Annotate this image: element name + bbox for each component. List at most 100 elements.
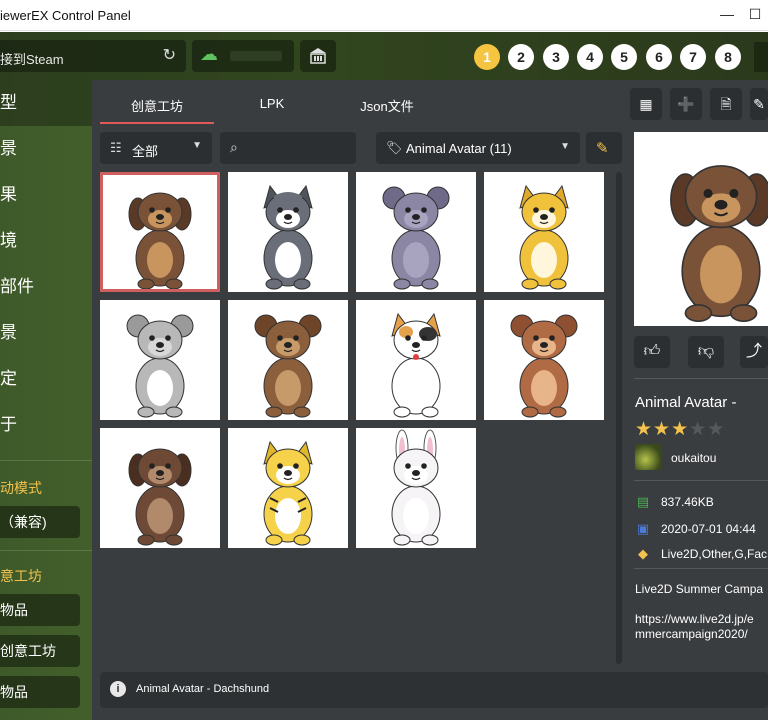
add-file-icon: ➕ <box>677 96 695 112</box>
tree-icon: ☷ <box>110 140 122 155</box>
author-avatar[interactable] <box>635 444 661 470</box>
sidebar-item-model[interactable]: 型 <box>0 80 92 126</box>
title-bar: iewerEX Control Panel — ☐ <box>0 0 768 31</box>
profile-button-6[interactable]: 6 <box>646 44 672 70</box>
share-icon: ⤴ <box>745 343 762 360</box>
profile-button-7[interactable]: 7 <box>680 44 706 70</box>
grid-item-tanuki[interactable] <box>100 428 220 548</box>
star-icon[interactable]: ★ <box>707 419 725 440</box>
sidebar-item-effect[interactable]: 果 <box>0 172 92 218</box>
workshop-building-button[interactable] <box>300 40 336 72</box>
grid-item-fox[interactable] <box>484 172 604 292</box>
sidebar-item-about[interactable]: 于 <box>0 402 92 448</box>
tag-edit-button[interactable]: ✎ <box>586 132 622 164</box>
profile-button-4[interactable]: 4 <box>577 44 603 70</box>
main-panel: 创意工坊 LPK Json文件 ☷ 全部 ▼ ⌕ 🏷︎ Animal Avata… <box>92 80 768 720</box>
sidebar-item-environment[interactable]: 境 <box>0 218 92 264</box>
search-input[interactable] <box>250 138 350 158</box>
profile-button-1[interactable]: 1 <box>474 44 500 70</box>
cloud-sync-box[interactable]: ☁ <box>192 40 294 72</box>
grid-item-tiger[interactable] <box>228 428 348 548</box>
search-icon: ⌕ <box>230 139 238 155</box>
grid-item-koala[interactable] <box>100 300 220 420</box>
detail-divider <box>634 480 768 481</box>
refresh-icon[interactable]: ↻ <box>163 45 176 65</box>
sidebar-divider <box>0 460 92 461</box>
profile-button-8[interactable]: 8 <box>715 44 741 70</box>
mode-section-label: 动模式 <box>0 480 42 496</box>
size-row: ▤ 837.46KB <box>635 494 714 510</box>
thumbs-down-button[interactable]: 👎︎ <box>688 336 724 368</box>
thumbs-down-icon: 👎︎ <box>697 343 715 360</box>
app-root: 接到Steam ↻ ☁ 1 2 3 4 5 6 7 8 型 景 果 境 部件 景… <box>0 32 768 720</box>
tag-filter-value: Animal Avatar (11) <box>406 141 512 156</box>
detail-divider <box>634 568 768 569</box>
description-link-line-1[interactable]: https://www.live2d.jp/e <box>635 612 754 626</box>
grid-view-icon: ▦ <box>639 96 653 112</box>
grid-item-monkey[interactable] <box>484 300 604 420</box>
sidebar-divider <box>0 550 92 551</box>
minimize-button[interactable]: — <box>712 6 742 22</box>
tab-bar: 创意工坊 LPK Json文件 <box>92 80 622 128</box>
category-dropdown[interactable]: ☷ 全部 ▼ <box>100 132 212 164</box>
sidebar-item-scene[interactable]: 景 <box>0 126 92 172</box>
description-link-line-2[interactable]: mmercampaign2020/ <box>635 627 748 641</box>
share-button[interactable]: ⤴ <box>740 336 768 368</box>
sidebar-item-settings[interactable]: 定 <box>0 356 92 402</box>
calendar-icon: ▣ <box>636 521 650 536</box>
grid-item-rabbit[interactable] <box>356 428 476 548</box>
sidebar-item-background[interactable]: 景 <box>0 310 92 356</box>
preview-image <box>634 132 768 326</box>
star-icon[interactable]: ★ <box>671 419 689 440</box>
author-name[interactable]: oukaitou <box>671 451 716 465</box>
active-tab-indicator <box>100 122 214 124</box>
grid-item-husky[interactable] <box>228 172 348 292</box>
workshop-items-button[interactable]: 物品 <box>0 594 80 626</box>
workshop-open-button[interactable]: 创意工坊 <box>0 635 80 667</box>
profile-button-5[interactable]: 5 <box>611 44 637 70</box>
tab-workshop[interactable]: 创意工坊 <box>100 96 214 115</box>
window-title: iewerEX Control Panel <box>0 8 131 23</box>
file-button[interactable]: 🗎︎ <box>710 88 742 120</box>
topbar-right-control[interactable] <box>754 42 768 72</box>
grid-item-bear[interactable] <box>228 300 348 420</box>
profile-button-2[interactable]: 2 <box>508 44 534 70</box>
add-file-button[interactable]: ➕ <box>670 88 702 120</box>
sidebar-item-parts[interactable]: 部件 <box>0 264 92 310</box>
status-text: Animal Avatar - Dachshund <box>136 683 270 695</box>
workshop-building-icon <box>310 48 326 64</box>
grid-item-cat[interactable] <box>356 300 476 420</box>
grid-item-hippo[interactable] <box>356 172 476 292</box>
compat-mode-button[interactable]: （兼容) <box>0 506 80 538</box>
grid-view-button[interactable]: ▦ <box>630 88 662 120</box>
grid-scrollbar[interactable] <box>616 172 622 664</box>
chevron-down-icon: ▼ <box>192 140 202 151</box>
category-value: 全部 <box>132 144 159 159</box>
tab-json[interactable]: Json文件 <box>332 96 442 115</box>
workshop-section-label: 意工坊 <box>0 568 42 584</box>
star-icon[interactable]: ★ <box>653 419 671 440</box>
tag-icon: ◆ <box>638 546 648 561</box>
maximize-button[interactable]: ☐ <box>740 6 768 23</box>
info-icon: i <box>110 681 126 697</box>
description-line-1: Live2D Summer Campa <box>635 582 764 596</box>
tag-icon: 🏷︎ <box>386 140 403 155</box>
star-icon[interactable]: ★ <box>635 419 653 440</box>
search-box[interactable]: ⌕ <box>220 132 356 164</box>
workshop-local-items-button[interactable]: 物品 <box>0 676 80 708</box>
grid-item-dog[interactable] <box>100 172 220 292</box>
edit-button[interactable]: ✎ <box>750 88 768 120</box>
steam-connection-box[interactable]: 接到Steam ↻ <box>0 40 186 72</box>
tag-filter-dropdown[interactable]: 🏷︎ Animal Avatar (11) ▼ <box>376 132 580 164</box>
thumbs-up-button[interactable]: 👍︎ <box>634 336 670 368</box>
storage-icon: ▤ <box>636 494 650 509</box>
detail-title: Animal Avatar - <box>635 394 737 411</box>
tab-lpk[interactable]: LPK <box>222 96 322 111</box>
size-value: 837.46KB <box>661 495 714 509</box>
profile-button-3[interactable]: 3 <box>543 44 569 70</box>
status-bar: i Animal Avatar - Dachshund <box>100 672 768 708</box>
redacted-username <box>230 51 282 61</box>
star-icon[interactable]: ★ <box>689 419 707 440</box>
workshop-grid <box>100 172 612 664</box>
date-value: 2020-07-01 04:44 <box>661 522 756 536</box>
